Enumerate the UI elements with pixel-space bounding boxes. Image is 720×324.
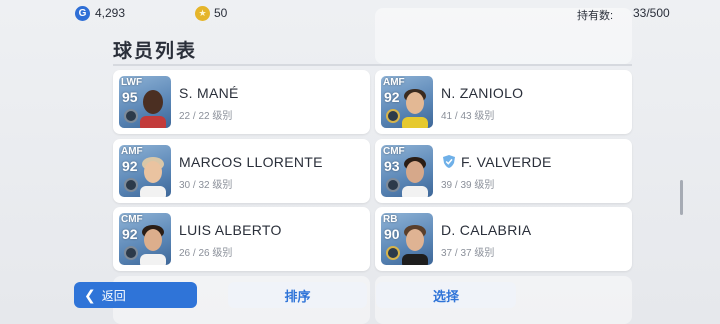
card-badge-icon (386, 246, 400, 260)
back-button-label: 返回 (101, 288, 126, 303)
select-button[interactable]: 选择 (376, 282, 516, 308)
chevron-left-icon: ❮ (84, 286, 96, 303)
gp-value: 4,293 (95, 6, 126, 20)
overall-rating: 95 (122, 89, 138, 105)
player-thumbnail: CMF 93 (381, 145, 433, 197)
page-title: 球员列表 (113, 41, 198, 62)
gp-coin-icon: G (75, 6, 90, 21)
player-face-icon (140, 157, 166, 197)
overall-rating: 92 (384, 89, 400, 105)
player-level: 22 / 22 级别 (179, 111, 233, 122)
player-thumbnail: LWF 95 (119, 76, 171, 128)
player-level: 41 / 43 级别 (441, 111, 495, 122)
player-card-5[interactable]: RB 90 D. CALABRIA 37 / 37 级别 (375, 207, 632, 271)
card-badge-icon (124, 178, 138, 192)
player-thumbnail: AMF 92 (119, 145, 171, 197)
player-level: 37 / 37 级别 (441, 248, 495, 259)
player-face-icon (402, 89, 428, 128)
player-thumbnail: AMF 92 (381, 76, 433, 128)
verified-shield-icon (443, 155, 455, 168)
top-bar: G 4,293 ★ 50 持有数: 33/500 (0, 0, 720, 28)
position-label: RB (383, 214, 398, 225)
player-card-1[interactable]: AMF 92 N. ZANIOLO 41 / 43 级别 (375, 70, 632, 134)
player-card-2[interactable]: AMF 92 MARCOS LLORENTE 30 / 32 级别 (113, 139, 370, 203)
sort-button-label: 排序 (284, 288, 311, 304)
overall-rating: 90 (384, 226, 400, 242)
holdings-label: 持有数: (577, 10, 614, 22)
sort-button[interactable]: 排序 (228, 282, 367, 308)
player-card-4[interactable]: CMF 92 LUIS ALBERTO 26 / 26 级别 (113, 207, 370, 271)
overall-rating: 92 (122, 226, 138, 242)
player-thumbnail: RB 90 (381, 213, 433, 265)
player-name: S. MANÉ (179, 85, 239, 101)
player-name: F. VALVERDE (461, 154, 552, 170)
card-badge-icon (124, 246, 138, 260)
player-level: 26 / 26 级别 (179, 248, 233, 259)
player-name: MARCOS LLORENTE (179, 154, 323, 170)
scrollbar[interactable] (680, 180, 683, 215)
back-button[interactable]: ❮ 返回 (74, 282, 197, 308)
player-card-3[interactable]: CMF 93 F. VALVERDE 39 / 39 级别 (375, 139, 632, 203)
player-face-icon (402, 157, 428, 197)
player-name: D. CALABRIA (441, 222, 532, 238)
player-face-icon (402, 225, 428, 265)
card-badge-icon (124, 109, 138, 123)
player-face-icon (140, 90, 166, 128)
card-badge-icon (386, 109, 400, 123)
divider (113, 64, 632, 66)
holdings-value: 33/500 (633, 6, 670, 20)
player-level: 39 / 39 级别 (441, 180, 495, 191)
select-button-label: 选择 (432, 288, 459, 304)
player-card-0[interactable]: LWF 95 S. MANÉ 22 / 22 级别 (113, 70, 370, 134)
card-badge-icon (386, 178, 400, 192)
coin-value: 50 (214, 6, 228, 20)
overall-rating: 92 (122, 158, 138, 174)
player-name: LUIS ALBERTO (179, 222, 282, 238)
star-coin-icon: ★ (195, 6, 210, 21)
player-name: N. ZANIOLO (441, 85, 524, 101)
player-thumbnail: CMF 92 (119, 213, 171, 265)
overall-rating: 93 (384, 158, 400, 174)
player-level: 30 / 32 级别 (179, 180, 233, 191)
player-face-icon (140, 225, 166, 265)
